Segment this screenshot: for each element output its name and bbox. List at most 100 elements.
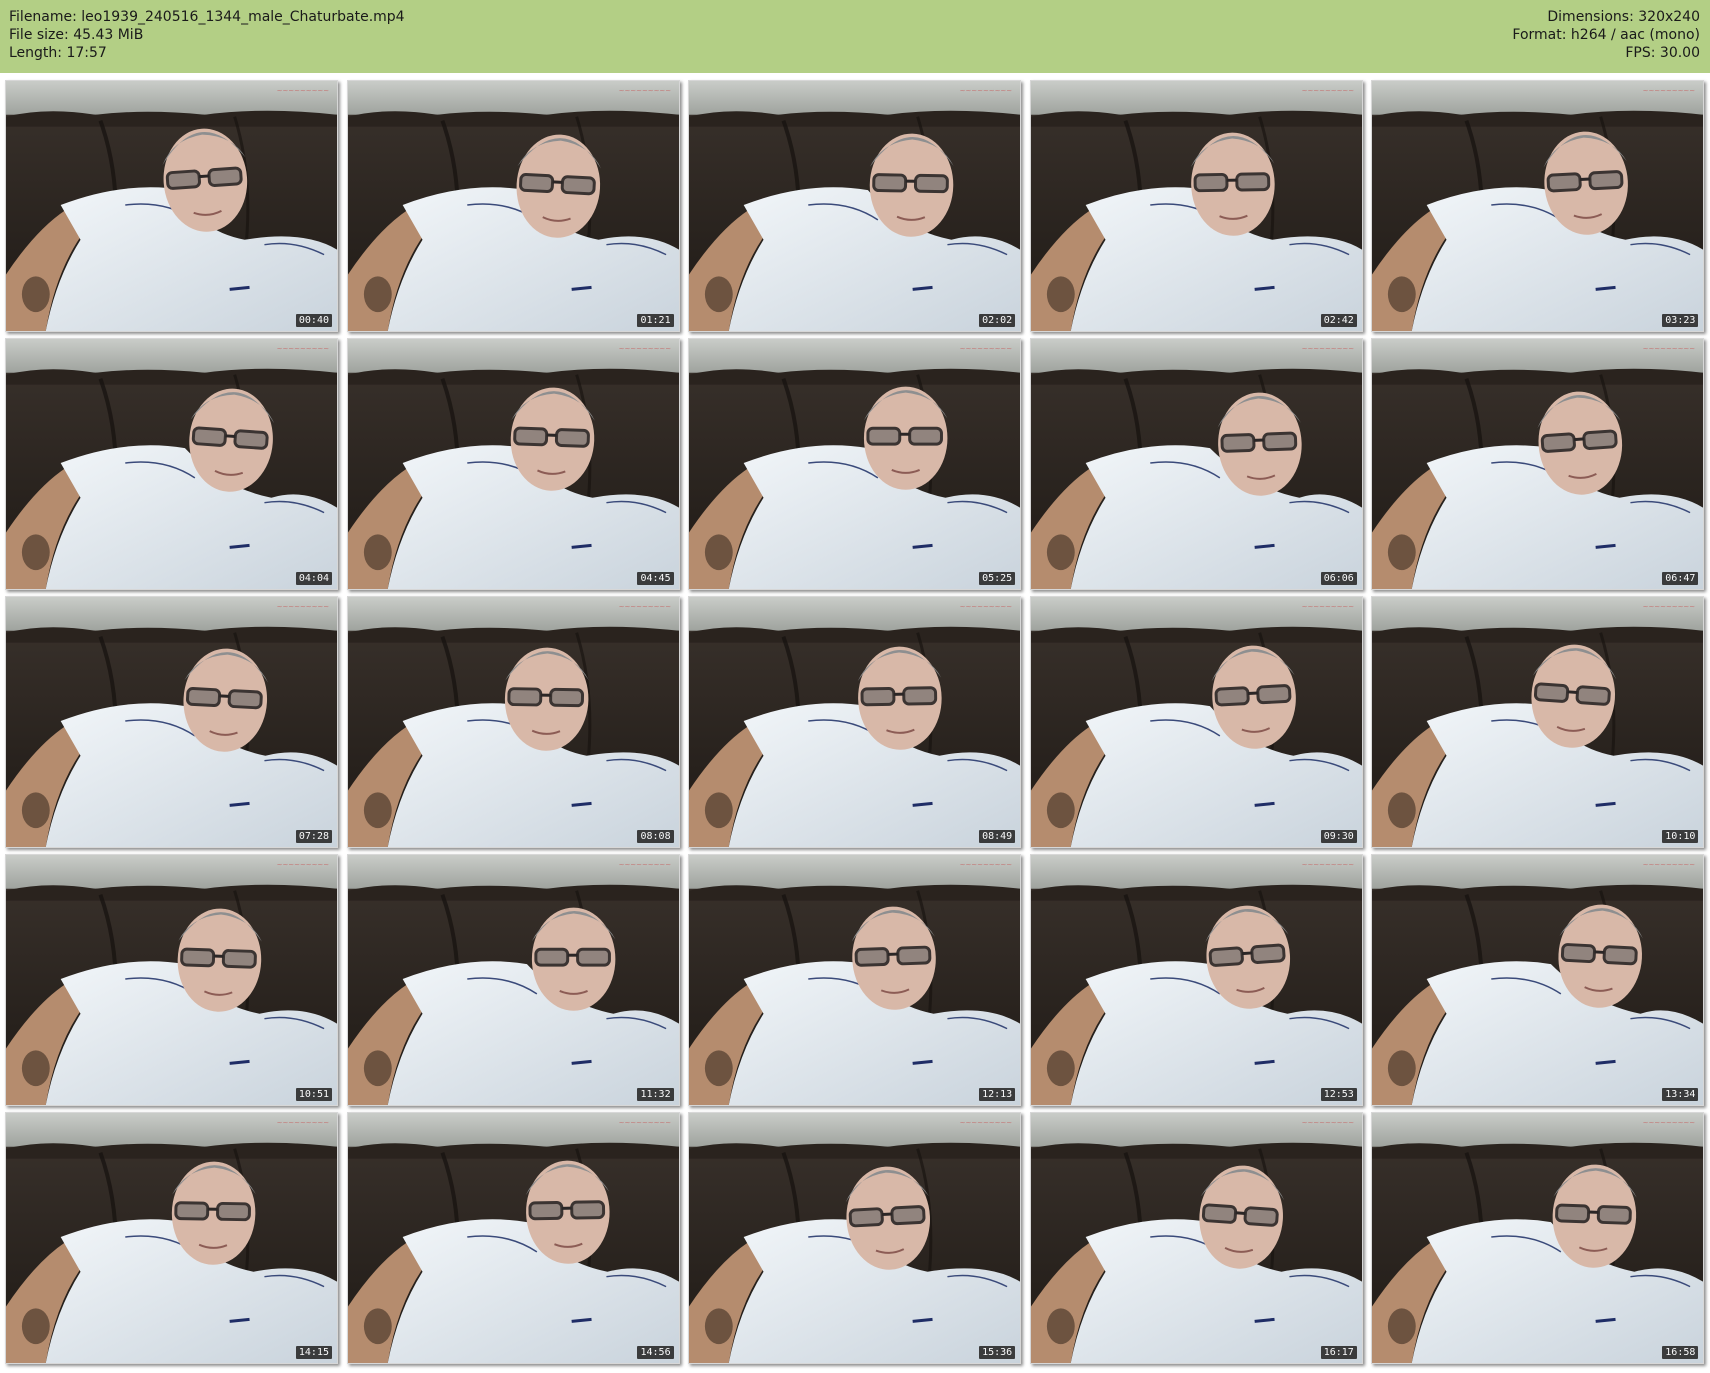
svg-text:~~~~~~~~~: ~~~~~~~~~ bbox=[1301, 603, 1354, 611]
svg-text:~~~~~~~~~: ~~~~~~~~~ bbox=[277, 345, 330, 353]
thumbnail-timestamp: 08:49 bbox=[979, 830, 1016, 843]
video-frame-image: ~~~~~~~~~ bbox=[347, 81, 679, 331]
fps-text: FPS: 30.00 bbox=[1625, 45, 1700, 61]
video-thumbnail: ~~~~~~~~~ 02:42 bbox=[1029, 80, 1363, 332]
svg-text:~~~~~~~~~: ~~~~~~~~~ bbox=[277, 87, 330, 95]
video-frame-image: ~~~~~~~~~ bbox=[1372, 597, 1704, 847]
video-thumbnail: ~~~~~~~~~ 08:49 bbox=[688, 596, 1022, 848]
video-frame-image: ~~~~~~~~~ bbox=[689, 855, 1021, 1105]
thumbnail-timestamp: 03:23 bbox=[1662, 314, 1699, 327]
video-thumbnail: ~~~~~~~~~ 01:21 bbox=[346, 80, 680, 332]
thumbnail-timestamp: 05:25 bbox=[979, 572, 1016, 585]
thumbnail-timestamp: 14:15 bbox=[295, 1346, 332, 1359]
thumbnail-timestamp: 12:53 bbox=[1320, 1088, 1357, 1101]
video-thumbnail: ~~~~~~~~~ 10:10 bbox=[1371, 596, 1705, 848]
dimensions-text: Dimensions: 320x240 bbox=[1547, 9, 1700, 25]
video-thumbnail: ~~~~~~~~~ 12:53 bbox=[1029, 854, 1363, 1106]
svg-text:~~~~~~~~~: ~~~~~~~~~ bbox=[1301, 345, 1354, 353]
thumbnail-timestamp: 09:30 bbox=[1320, 830, 1357, 843]
svg-text:~~~~~~~~~: ~~~~~~~~~ bbox=[277, 1119, 330, 1127]
video-frame-image: ~~~~~~~~~ bbox=[1372, 339, 1704, 589]
thumbnail-timestamp: 12:13 bbox=[979, 1088, 1016, 1101]
video-frame-image: ~~~~~~~~~ bbox=[347, 855, 679, 1105]
video-frame-image: ~~~~~~~~~ bbox=[1030, 339, 1362, 589]
video-thumbnail: ~~~~~~~~~ 09:30 bbox=[1029, 596, 1363, 848]
video-frame-image: ~~~~~~~~~ bbox=[689, 597, 1021, 847]
svg-text:~~~~~~~~~: ~~~~~~~~~ bbox=[618, 1119, 671, 1127]
video-frame-image: ~~~~~~~~~ bbox=[689, 339, 1021, 589]
video-thumbnail: ~~~~~~~~~ 12:13 bbox=[688, 854, 1022, 1106]
video-frame-image: ~~~~~~~~~ bbox=[6, 597, 337, 847]
video-thumbnail: ~~~~~~~~~ 05:25 bbox=[688, 338, 1022, 590]
svg-text:~~~~~~~~~: ~~~~~~~~~ bbox=[1301, 1119, 1354, 1127]
length-text: Length: 17:57 bbox=[9, 45, 107, 61]
video-frame-image: ~~~~~~~~~ bbox=[1030, 1113, 1362, 1363]
thumbnail-timestamp: 02:02 bbox=[979, 314, 1016, 327]
svg-text:~~~~~~~~~: ~~~~~~~~~ bbox=[960, 1119, 1013, 1127]
thumbnail-timestamp: 06:47 bbox=[1662, 572, 1699, 585]
video-frame-image: ~~~~~~~~~ bbox=[1372, 855, 1704, 1105]
thumbnail-timestamp: 07:28 bbox=[295, 830, 332, 843]
video-thumbnail: ~~~~~~~~~ 13:34 bbox=[1371, 854, 1705, 1106]
video-thumbnail: ~~~~~~~~~ 03:23 bbox=[1371, 80, 1705, 332]
video-frame-image: ~~~~~~~~~ bbox=[347, 1113, 679, 1363]
svg-text:~~~~~~~~~: ~~~~~~~~~ bbox=[1643, 1119, 1696, 1127]
video-thumbnail: ~~~~~~~~~ 14:56 bbox=[346, 1112, 680, 1364]
video-frame-image: ~~~~~~~~~ bbox=[6, 855, 337, 1105]
svg-text:~~~~~~~~~: ~~~~~~~~~ bbox=[960, 861, 1013, 869]
contact-sheet-header: Filename: leo1939_240516_1344_male_Chatu… bbox=[0, 0, 1710, 73]
video-thumbnail: ~~~~~~~~~ 00:40 bbox=[5, 80, 338, 332]
video-frame-image: ~~~~~~~~~ bbox=[347, 597, 679, 847]
thumbnail-timestamp: 04:04 bbox=[295, 572, 332, 585]
thumbnail-timestamp: 15:36 bbox=[979, 1346, 1016, 1359]
thumbnail-timestamp: 16:58 bbox=[1662, 1346, 1699, 1359]
svg-text:~~~~~~~~~: ~~~~~~~~~ bbox=[1643, 345, 1696, 353]
video-frame-image: ~~~~~~~~~ bbox=[6, 81, 337, 331]
video-frame-image: ~~~~~~~~~ bbox=[1030, 81, 1362, 331]
video-frame-image: ~~~~~~~~~ bbox=[6, 1113, 337, 1363]
video-frame-image: ~~~~~~~~~ bbox=[689, 1113, 1021, 1363]
format-text: Format: h264 / aac (mono) bbox=[1512, 27, 1700, 43]
thumbnail-timestamp: 06:06 bbox=[1320, 572, 1357, 585]
video-thumbnail: ~~~~~~~~~ 06:47 bbox=[1371, 338, 1705, 590]
filesize-text: File size: 45.43 MiB bbox=[9, 27, 144, 43]
thumbnail-timestamp: 04:45 bbox=[637, 572, 674, 585]
thumbnail-grid: ~~~~~~~~~ 00:40 ~~~~~~~~~ 01:21 ~~~~~~~~~ 02:… bbox=[0, 80, 1710, 1370]
thumbnail-timestamp: 14:56 bbox=[637, 1346, 674, 1359]
thumbnail-timestamp: 01:21 bbox=[637, 314, 674, 327]
thumbnail-timestamp: 10:10 bbox=[1662, 830, 1699, 843]
thumbnail-timestamp: 13:34 bbox=[1662, 1088, 1699, 1101]
video-thumbnail: ~~~~~~~~~ 11:32 bbox=[346, 854, 680, 1106]
file-info-left: Filename: leo1939_240516_1344_male_Chatu… bbox=[9, 8, 405, 62]
video-frame-image: ~~~~~~~~~ bbox=[1372, 81, 1704, 331]
video-thumbnail: ~~~~~~~~~ 15:36 bbox=[688, 1112, 1022, 1364]
svg-text:~~~~~~~~~: ~~~~~~~~~ bbox=[618, 345, 671, 353]
video-frame-image: ~~~~~~~~~ bbox=[6, 339, 337, 589]
thumbnail-timestamp: 16:17 bbox=[1320, 1346, 1357, 1359]
video-thumbnail: ~~~~~~~~~ 04:04 bbox=[5, 338, 338, 590]
thumbnail-timestamp: 02:42 bbox=[1320, 314, 1357, 327]
video-frame-image: ~~~~~~~~~ bbox=[1030, 855, 1362, 1105]
video-thumbnail: ~~~~~~~~~ 06:06 bbox=[1029, 338, 1363, 590]
video-thumbnail: ~~~~~~~~~ 16:58 bbox=[1371, 1112, 1705, 1364]
svg-text:~~~~~~~~~: ~~~~~~~~~ bbox=[1643, 861, 1696, 869]
thumbnail-timestamp: 08:08 bbox=[637, 830, 674, 843]
svg-text:~~~~~~~~~: ~~~~~~~~~ bbox=[1301, 87, 1354, 95]
svg-text:~~~~~~~~~: ~~~~~~~~~ bbox=[960, 603, 1013, 611]
svg-text:~~~~~~~~~: ~~~~~~~~~ bbox=[277, 861, 330, 869]
video-frame-image: ~~~~~~~~~ bbox=[1030, 597, 1362, 847]
video-thumbnail: ~~~~~~~~~ 08:08 bbox=[346, 596, 680, 848]
video-thumbnail: ~~~~~~~~~ 04:45 bbox=[346, 338, 680, 590]
svg-text:~~~~~~~~~: ~~~~~~~~~ bbox=[618, 861, 671, 869]
video-frame-image: ~~~~~~~~~ bbox=[689, 81, 1021, 331]
video-frame-image: ~~~~~~~~~ bbox=[1372, 1113, 1704, 1363]
thumbnail-timestamp: 11:32 bbox=[637, 1088, 674, 1101]
thumbnail-timestamp: 00:40 bbox=[295, 314, 332, 327]
svg-text:~~~~~~~~~: ~~~~~~~~~ bbox=[618, 87, 671, 95]
svg-text:~~~~~~~~~: ~~~~~~~~~ bbox=[1643, 87, 1696, 95]
svg-text:~~~~~~~~~: ~~~~~~~~~ bbox=[960, 87, 1013, 95]
svg-text:~~~~~~~~~: ~~~~~~~~~ bbox=[1301, 861, 1354, 869]
svg-text:~~~~~~~~~: ~~~~~~~~~ bbox=[1643, 603, 1696, 611]
video-thumbnail: ~~~~~~~~~ 16:17 bbox=[1029, 1112, 1363, 1364]
video-thumbnail: ~~~~~~~~~ 10:51 bbox=[5, 854, 338, 1106]
